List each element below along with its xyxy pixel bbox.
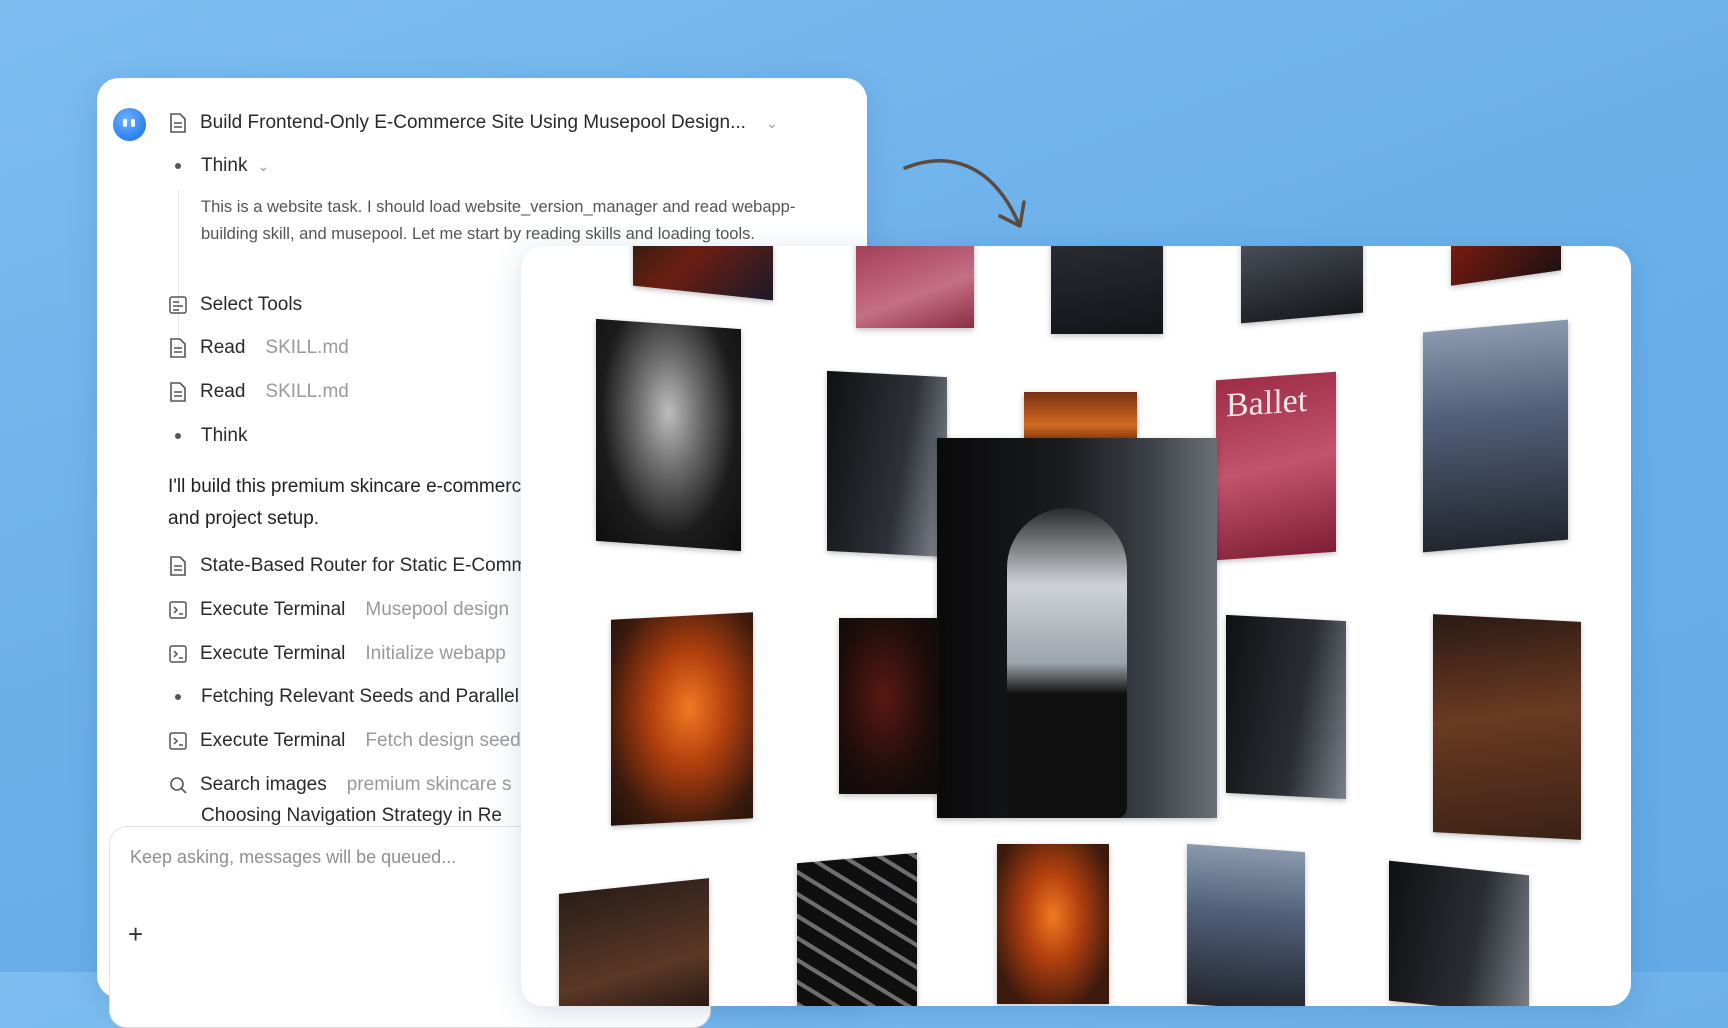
gallery-tile[interactable] [797, 852, 917, 1006]
think-text: This is a website task. I should load we… [201, 198, 796, 243]
gallery-tile[interactable] [1051, 246, 1163, 334]
task-title: Build Frontend-Only E-Commerce Site Usin… [200, 112, 746, 133]
action-detail: Fetch design seeds [365, 730, 531, 751]
ballet-cover-title: Ballet [1226, 381, 1308, 425]
bullet-icon [175, 694, 181, 700]
action-fetching[interactable]: Fetching Relevant Seeds and Parallel [168, 682, 519, 712]
action-navigation[interactable]: Choosing Navigation Strategy in Re [168, 806, 502, 826]
action-search[interactable]: Search images premium skincare s [168, 770, 511, 800]
chevron-down-icon[interactable]: ⌄ [766, 115, 778, 132]
portrait-tile[interactable] [596, 318, 741, 552]
step-detail: SKILL.md [265, 381, 349, 402]
action-terminal[interactable]: Execute Terminal Initialize webapp [168, 639, 506, 669]
action-router[interactable]: State-Based Router for Static E-Commerce [168, 551, 564, 581]
curved-arrow-icon [903, 159, 1026, 228]
step-label: Think [201, 425, 248, 446]
search-icon [168, 775, 188, 795]
think-divider [178, 190, 179, 350]
step-read[interactable]: Read SKILL.md [168, 377, 349, 407]
gallery-tile[interactable] [839, 618, 939, 794]
document-icon [168, 113, 188, 133]
step-label: Read [200, 337, 246, 358]
step-label: Select Tools [200, 294, 303, 315]
gallery-tile[interactable] [1451, 246, 1561, 286]
gallery-tile[interactable] [1226, 614, 1346, 800]
action-detail: Initialize webapp [365, 643, 506, 664]
featured-figure [1007, 508, 1127, 818]
gallery-tile[interactable] [856, 246, 974, 328]
document-icon [168, 556, 188, 576]
gallery-tile[interactable] [1241, 246, 1363, 324]
ballet-cover-tile[interactable]: Ballet [1216, 371, 1336, 561]
action-label: Choosing Navigation Strategy in Re [201, 806, 503, 826]
action-label: Execute Terminal [200, 643, 346, 664]
gallery-tile[interactable] [559, 878, 709, 1006]
add-attachment-button[interactable]: + [128, 919, 143, 950]
step-label: Read [200, 381, 246, 402]
task-title-row[interactable]: Build Frontend-Only E-Commerce Site Usin… [168, 108, 778, 138]
document-icon [168, 338, 188, 358]
bullet-icon [175, 163, 181, 169]
gallery-tile[interactable] [1423, 319, 1568, 553]
featured-image[interactable] [937, 438, 1217, 818]
tools-icon [168, 295, 188, 315]
chevron-down-icon[interactable]: ⌄ [257, 158, 269, 175]
terminal-icon [168, 600, 188, 620]
terminal-icon [168, 731, 188, 751]
document-icon [168, 382, 188, 402]
gallery-tile[interactable] [1187, 843, 1305, 1006]
think-label: Think [201, 155, 248, 176]
gallery-preview: Ballet [521, 246, 1631, 1006]
gallery-tile[interactable] [1433, 614, 1581, 840]
step-read[interactable]: Read SKILL.md [168, 333, 349, 363]
step-think[interactable]: Think [168, 421, 247, 451]
action-detail: premium skincare s [346, 774, 512, 795]
gallery-tile[interactable] [997, 844, 1109, 1004]
action-label: Search images [200, 774, 327, 795]
action-terminal[interactable]: Execute Terminal Fetch design seeds [168, 726, 530, 756]
action-label: Execute Terminal [200, 599, 346, 620]
terminal-icon [168, 644, 188, 664]
gallery-tile[interactable] [611, 612, 753, 826]
gallery-tile[interactable] [633, 246, 773, 301]
step-select-tools[interactable]: Select Tools [168, 290, 302, 320]
step-detail: SKILL.md [265, 337, 349, 358]
action-label: Execute Terminal [200, 730, 346, 751]
gallery-tile[interactable] [1389, 860, 1529, 1006]
action-detail: Musepool design [365, 599, 510, 620]
gallery-tile[interactable] [827, 370, 947, 558]
action-label: State-Based Router for Static E-Commerce [200, 555, 565, 576]
chat-input-placeholder: Keep asking, messages will be queued... [130, 847, 457, 867]
assistant-avatar [113, 108, 146, 141]
bullet-icon [175, 433, 181, 439]
action-label: Fetching Relevant Seeds and Parallel [201, 686, 519, 707]
action-terminal[interactable]: Execute Terminal Musepool design [168, 595, 509, 625]
think-toggle[interactable]: Think ⌄ [168, 151, 269, 181]
